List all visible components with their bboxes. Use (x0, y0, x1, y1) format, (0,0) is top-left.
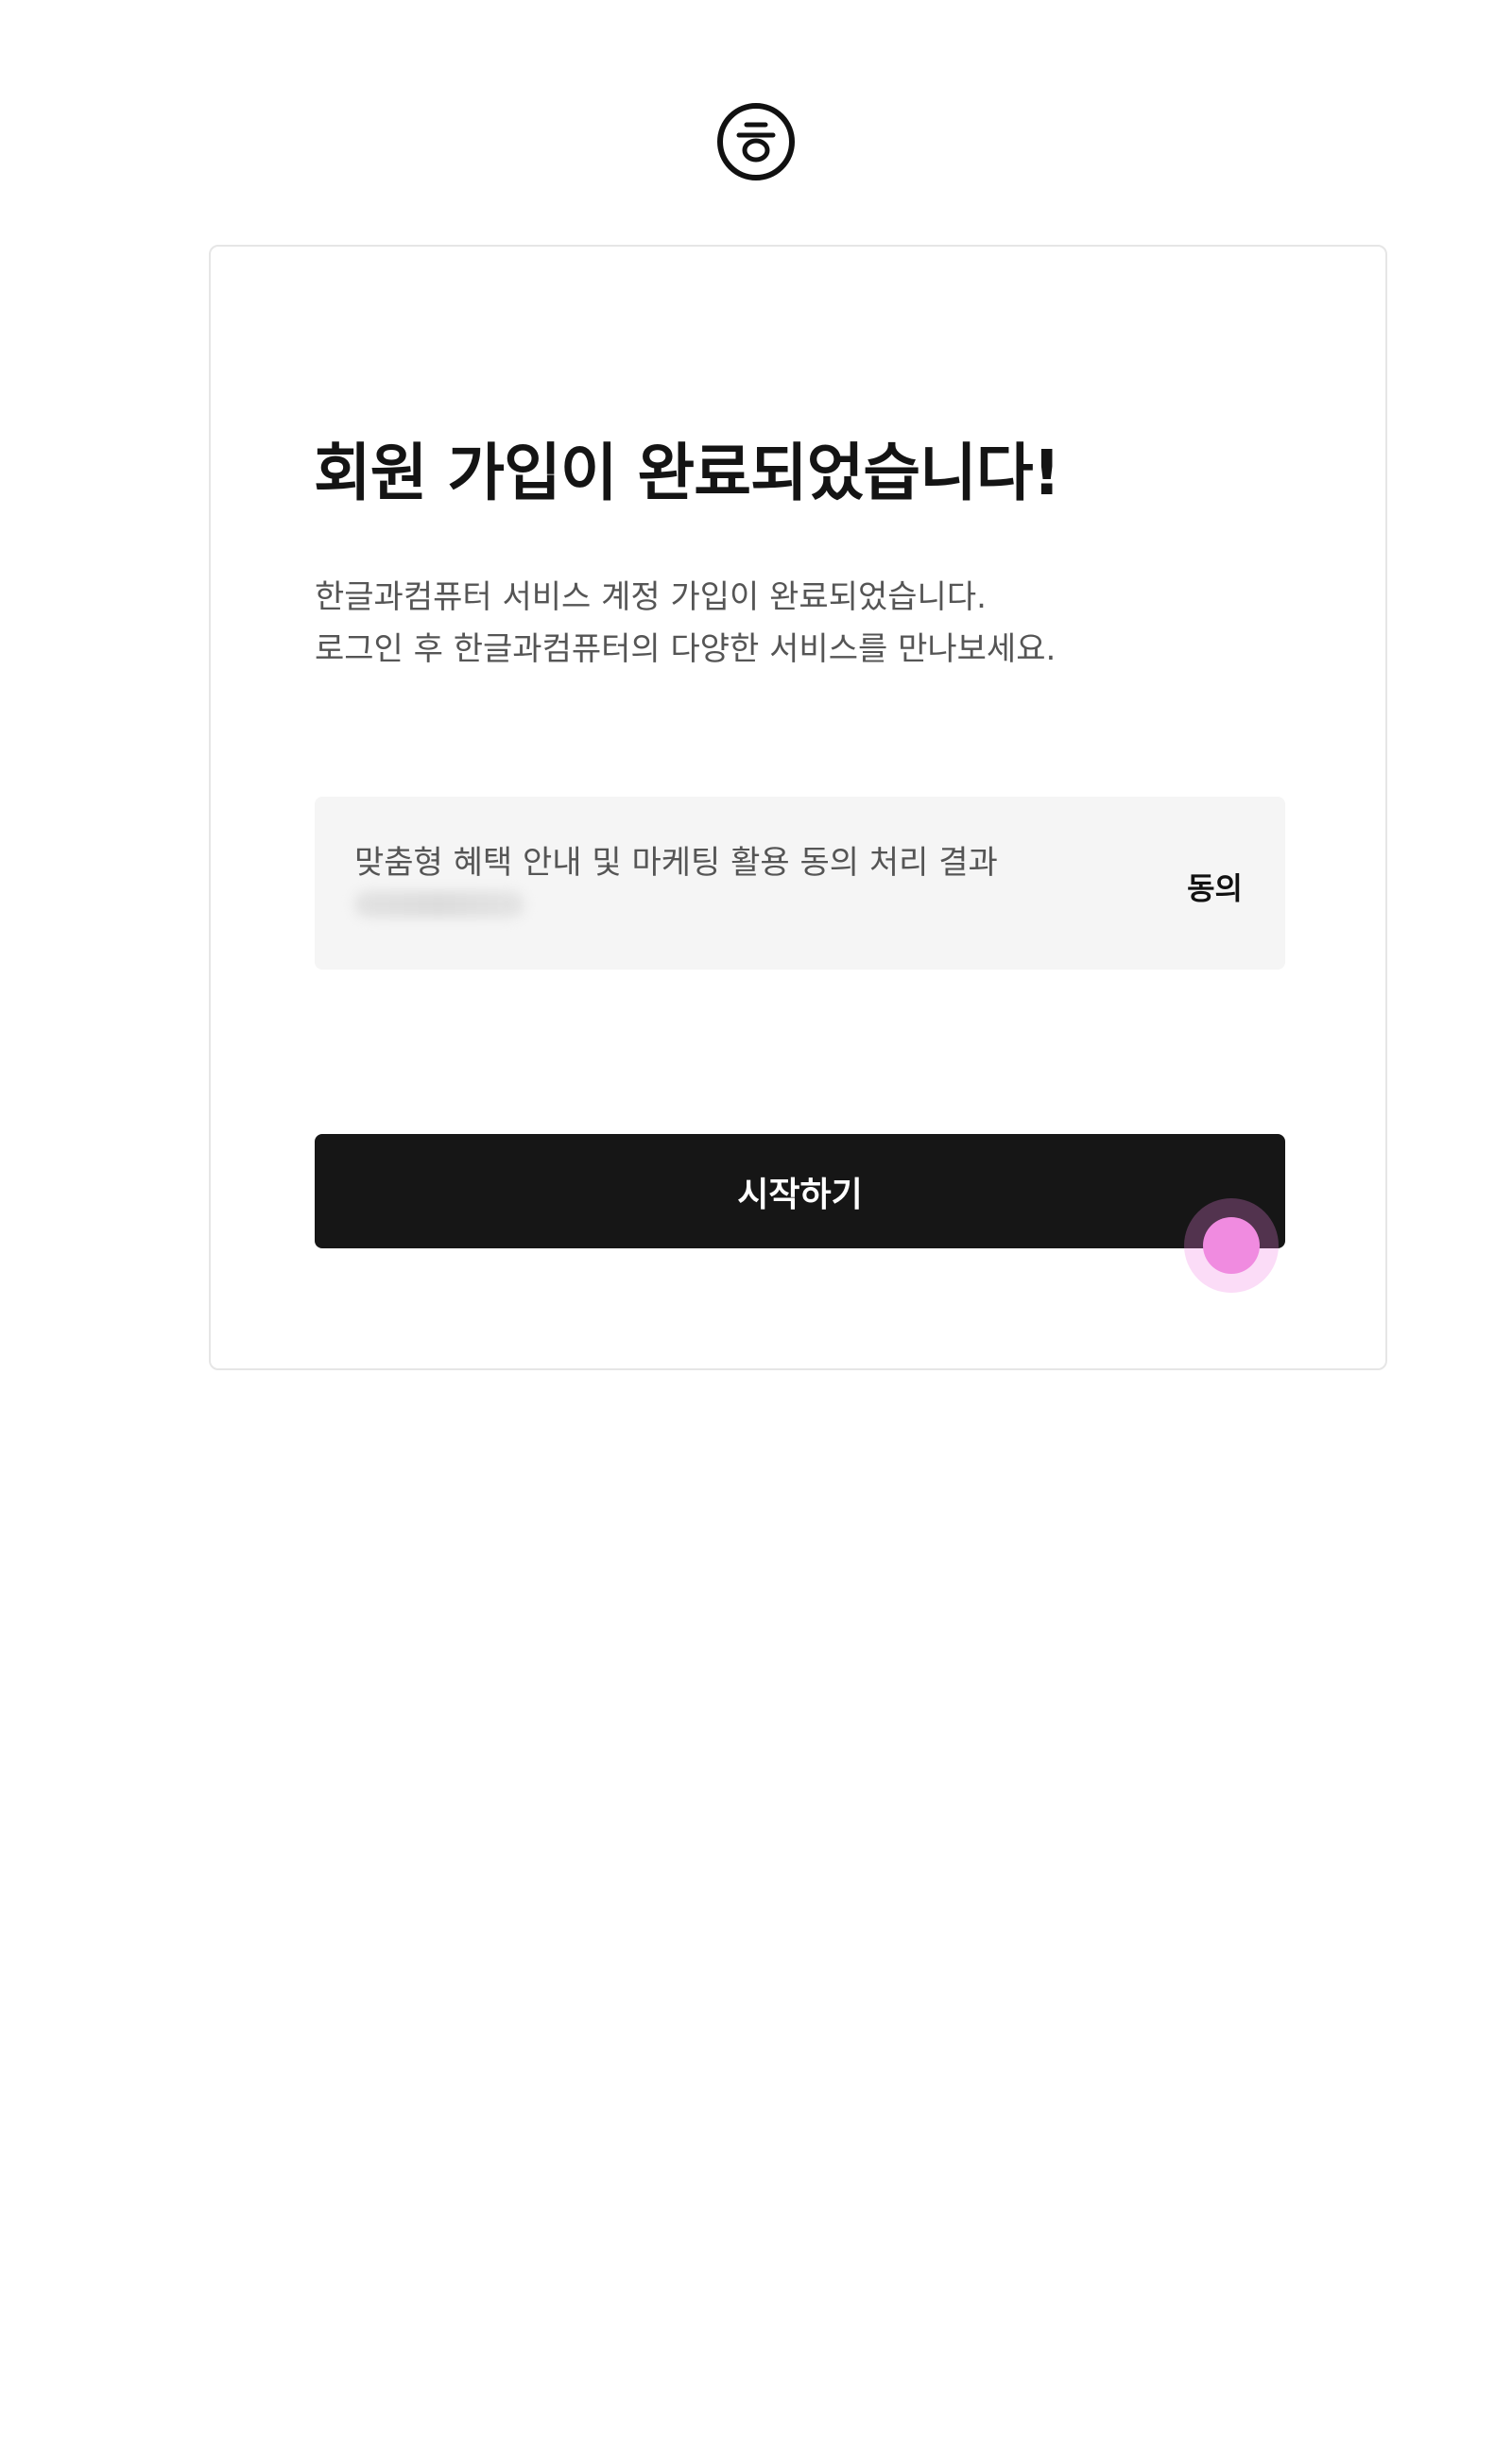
completion-description: 한글과컴퓨터 서비스 계정 가입이 완료되었습니다. 로그인 후 한글과컴퓨터의… (315, 572, 1056, 676)
marketing-consent-result-box: 맞춤형 혜택 안내 및 마케팅 활용 동의 처리 결과 동의 (315, 797, 1285, 970)
cursor-pointer (1203, 1217, 1260, 1274)
marketing-consent-label: 맞춤형 혜택 안내 및 마케팅 활용 동의 처리 결과 (354, 844, 998, 882)
description-line-2: 로그인 후 한글과컴퓨터의 다양한 서비스를 만나보세요. (315, 630, 1057, 668)
consent-status: 동의 (1187, 870, 1243, 906)
description-line-1: 한글과컴퓨터 서비스 계정 가입이 완료되었습니다. (315, 578, 987, 616)
hancom-logo-icon (716, 102, 796, 181)
start-button[interactable]: 시작하기 (315, 1134, 1285, 1248)
consent-date-redacted (354, 891, 524, 918)
signup-complete-card: 회원 가입이 완료되었습니다! 한글과컴퓨터 서비스 계정 가입이 완료되었습니… (209, 245, 1387, 1370)
page-title: 회원 가입이 완료되었습니다! (314, 437, 1061, 509)
